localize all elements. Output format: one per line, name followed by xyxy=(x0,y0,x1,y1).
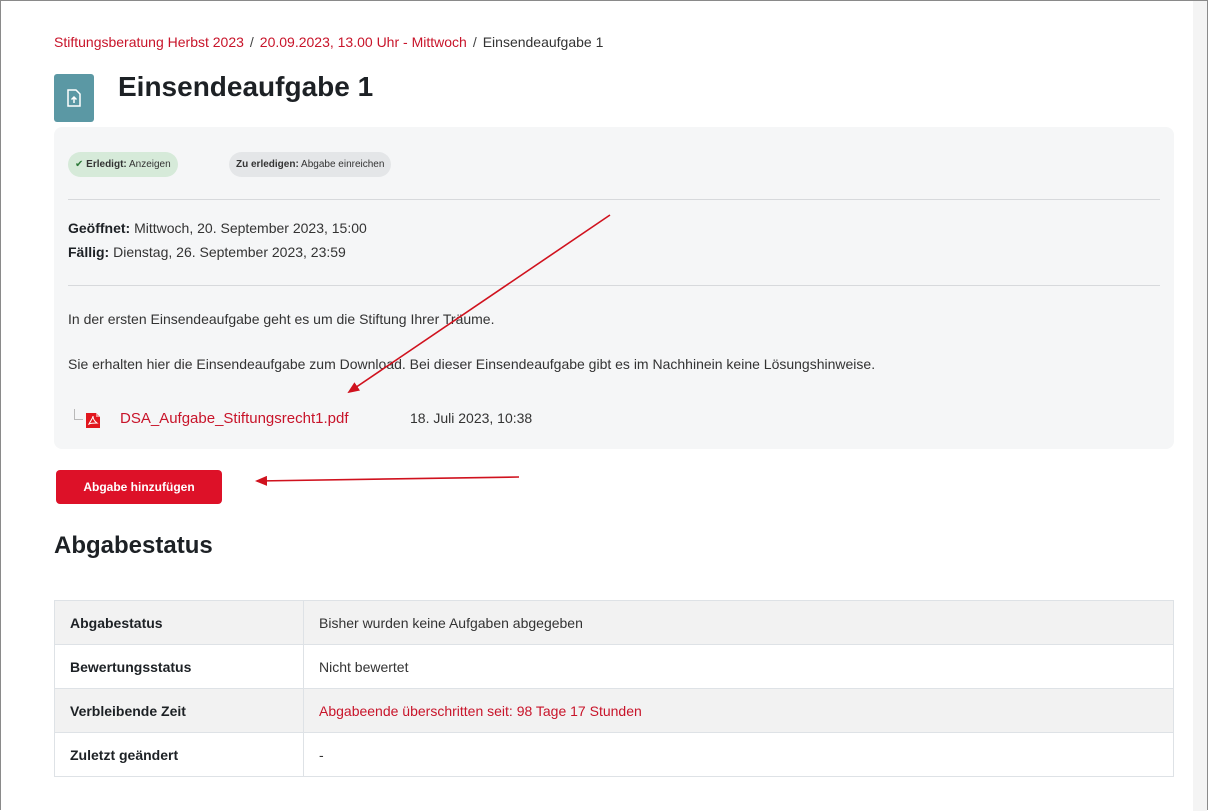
badge-todo-value: Abgabe einreichen xyxy=(301,159,385,170)
table-row: Zuletzt geändert - xyxy=(54,732,1174,777)
left-gutter xyxy=(1,1,31,811)
attachment-link[interactable]: DSA_Aufgabe_Stiftungsrecht1.pdf xyxy=(120,410,349,427)
add-submission-button[interactable]: Abgabe hinzufügen xyxy=(56,470,222,504)
submission-status-table: Abgabestatus Bisher wurden keine Aufgabe… xyxy=(54,600,1174,777)
breadcrumb-separator: / xyxy=(472,34,477,50)
row-label: Zuletzt geändert xyxy=(54,732,304,777)
divider xyxy=(68,199,1160,200)
activity-info-card: ✔ Erledigt: Anzeigen Zu erledigen: Abgab… xyxy=(54,127,1174,449)
breadcrumb: Stiftungsberatung Herbst 2023 / 20.09.2023… xyxy=(54,34,603,50)
opened-label: Geöffnet: xyxy=(68,220,131,236)
submission-status-heading: Abgabestatus xyxy=(54,532,213,559)
page-title: Einsendeaufgabe 1 xyxy=(118,71,374,102)
breadcrumb-link-course[interactable]: Stiftungsberatung Herbst 2023 xyxy=(54,34,244,50)
description-line-2: Sie erhalten hier die Einsendeaufgabe zu… xyxy=(68,356,876,372)
row-value-overdue: Abgabeende überschritten seit: 98 Tage 1… xyxy=(303,688,1174,733)
due-value: Dienstag, 26. September 2023, 23:59 xyxy=(113,244,346,260)
badge-done-label: Erledigt: xyxy=(86,159,127,170)
completion-badge-done[interactable]: ✔ Erledigt: Anzeigen xyxy=(68,152,178,177)
table-row: Abgabestatus Bisher wurden keine Aufgabe… xyxy=(54,600,1174,645)
completion-badge-todo: Zu erledigen: Abgabe einreichen xyxy=(229,152,392,177)
file-upload-glyph xyxy=(67,89,81,107)
breadcrumb-link-section[interactable]: 20.09.2023, 13.00 Uhr - Mittwoch xyxy=(260,34,467,50)
row-label: Verbleibende Zeit xyxy=(54,688,304,733)
tree-connector xyxy=(74,409,83,420)
divider xyxy=(68,285,1160,286)
right-gutter xyxy=(1193,1,1207,811)
checkmark-icon: ✔ xyxy=(75,159,84,170)
badge-todo-label: Zu erledigen: xyxy=(236,159,299,170)
due-label: Fällig: xyxy=(68,244,110,260)
assignment-upload-icon xyxy=(54,74,94,122)
description-line-1: In der ersten Einsendeaufgabe geht es um… xyxy=(68,311,495,327)
row-value: - xyxy=(303,732,1174,777)
row-value: Nicht bewertet xyxy=(303,644,1174,689)
main-content: Stiftungsberatung Herbst 2023 / 20.09.2023… xyxy=(32,1,1192,811)
row-label: Bewertungsstatus xyxy=(54,644,304,689)
table-row: Verbleibende Zeit Abgabeende überschritt… xyxy=(54,688,1174,733)
opened-value: Mittwoch, 20. September 2023, 15:00 xyxy=(134,220,367,236)
pdf-file-icon xyxy=(86,413,100,428)
table-row: Bewertungsstatus Nicht bewertet xyxy=(54,644,1174,689)
attachment-date: 18. Juli 2023, 10:38 xyxy=(410,410,533,426)
due-date: Fällig: Dienstag, 26. September 2023, 23… xyxy=(68,244,346,260)
breadcrumb-current: Einsendeaufgabe 1 xyxy=(482,34,604,50)
badge-done-value: Anzeigen xyxy=(128,159,171,170)
opened-date: Geöffnet: Mittwoch, 20. September 2023, … xyxy=(68,220,367,236)
row-label: Abgabestatus xyxy=(54,600,304,645)
breadcrumb-separator: / xyxy=(249,34,254,50)
row-value: Bisher wurden keine Aufgaben abgegeben xyxy=(303,600,1174,645)
